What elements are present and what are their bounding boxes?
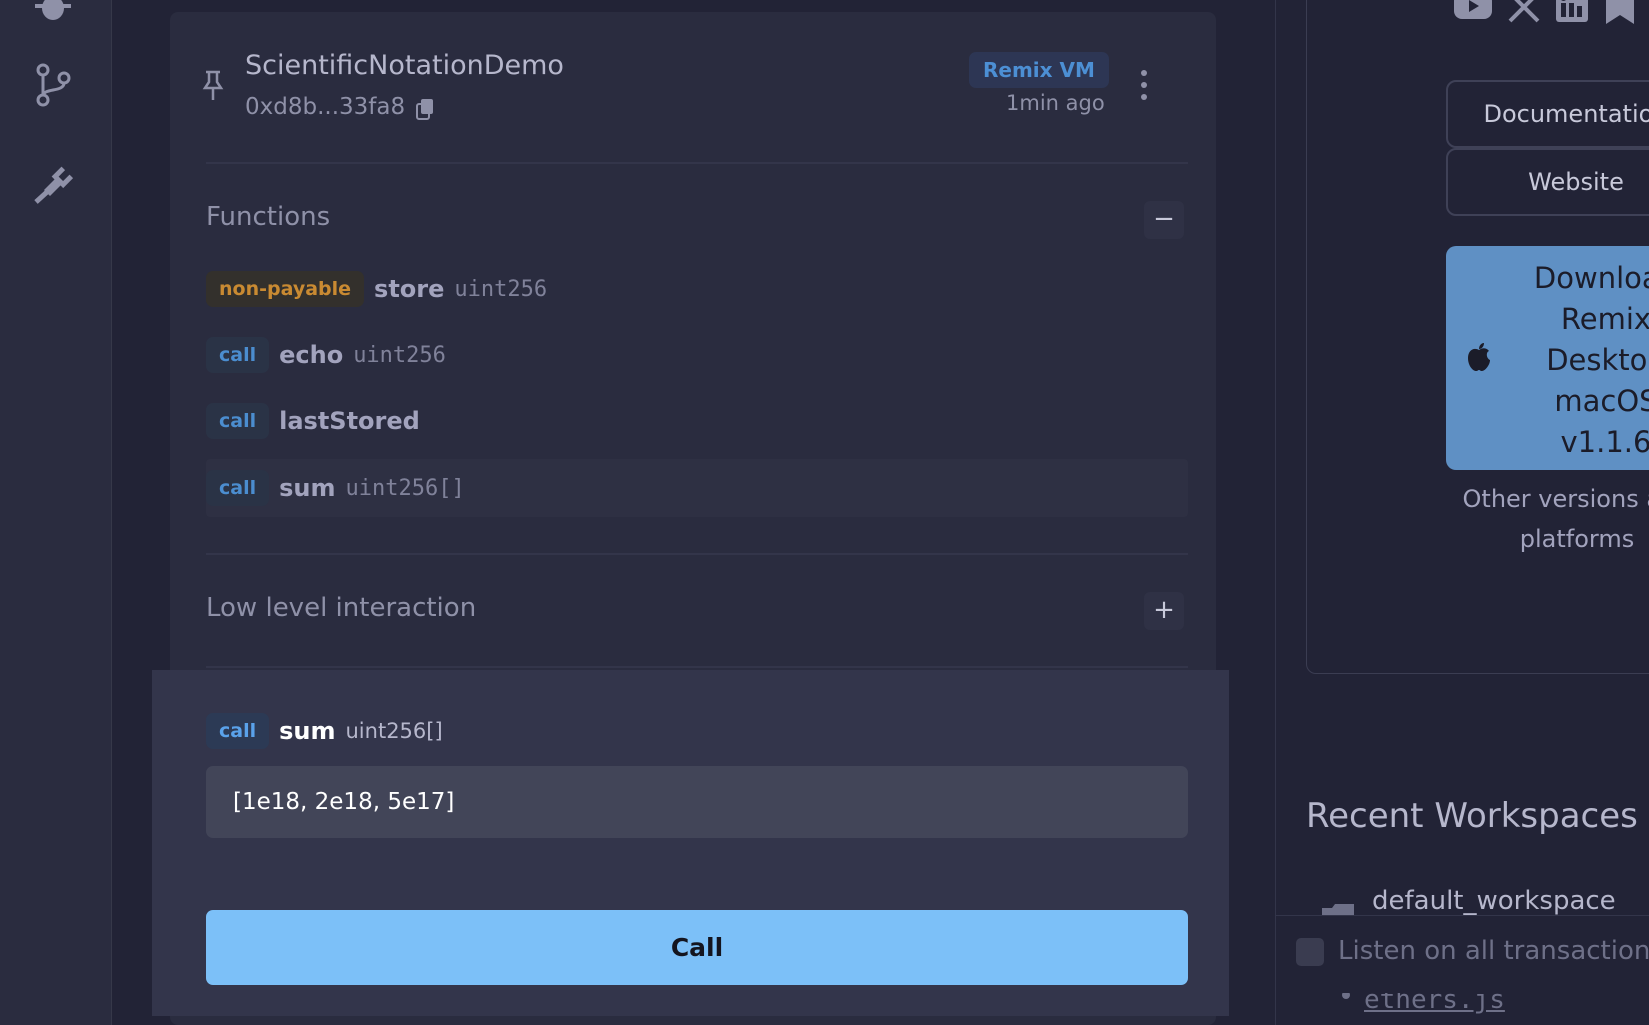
- apple-icon: [1468, 343, 1490, 371]
- listen-all-label: Listen on all transactions: [1338, 936, 1649, 966]
- divider: [206, 162, 1188, 164]
- environment-badge: Remix VM: [969, 52, 1109, 88]
- function-row-store[interactable]: non-payable store uint256: [206, 260, 1188, 318]
- documentation-button[interactable]: Documentation: [1446, 80, 1649, 148]
- function-kind-badge: non-payable: [206, 271, 365, 307]
- function-param-type: uint256[]: [345, 475, 465, 501]
- selected-function-header: call sum uint256[]: [206, 711, 443, 751]
- function-name: store: [374, 275, 445, 303]
- function-name: lastStored: [279, 407, 420, 435]
- function-param-type: uint256: [454, 276, 548, 302]
- function-name: sum: [279, 717, 336, 745]
- function-name: sum: [279, 474, 336, 502]
- low-level-expand-button[interactable]: +: [1144, 592, 1184, 630]
- low-level-section-title: Low level interaction: [206, 593, 477, 623]
- function-name: echo: [279, 341, 344, 369]
- download-desktop-button[interactable]: Download Remix Desktop macOS v1.1.6: [1446, 246, 1649, 470]
- contract-address: 0xd8b...33fa8: [245, 94, 406, 120]
- contract-name: ScientificNotationDemo: [245, 50, 564, 81]
- function-row-echo[interactable]: call echo uint256: [206, 326, 1188, 384]
- function-row-sum[interactable]: call sum uint256[]: [206, 459, 1188, 517]
- home-links-box: Documentation Website Download Remix Des…: [1306, 0, 1649, 674]
- function-kind-badge: call: [206, 470, 270, 506]
- bookmark-icon[interactable]: [1603, 0, 1637, 25]
- debugger-icon[interactable]: [30, 0, 76, 34]
- other-versions-link[interactable]: Other versions and platforms: [1427, 479, 1649, 559]
- call-button[interactable]: Call: [206, 910, 1188, 985]
- x-twitter-icon[interactable]: [1507, 0, 1541, 23]
- download-label: Download Remix Desktop macOS v1.1.6: [1533, 261, 1649, 459]
- copy-icon[interactable]: [416, 98, 434, 120]
- home-panel: Documentation Website Download Remix Des…: [1275, 0, 1649, 1025]
- function-param-type: uint256[]: [345, 719, 443, 743]
- website-button[interactable]: Website: [1446, 148, 1649, 216]
- git-branch-icon[interactable]: [30, 62, 76, 108]
- youtube-icon[interactable]: [1453, 0, 1493, 23]
- functions-collapse-button[interactable]: −: [1144, 201, 1184, 239]
- listen-all-checkbox[interactable]: [1296, 938, 1324, 966]
- divider: [206, 666, 1188, 668]
- function-kind-badge: call: [206, 713, 270, 749]
- deployed-time: 1min ago: [1006, 91, 1105, 115]
- listen-transactions-bar: Listen on all transactions: [1276, 915, 1649, 993]
- function-kind-badge: call: [206, 337, 270, 373]
- divider: [206, 553, 1188, 555]
- social-links: [1453, 0, 1637, 25]
- plugin-manager-icon[interactable]: [30, 160, 76, 206]
- pin-icon[interactable]: [202, 70, 224, 102]
- linkedin-icon[interactable]: [1555, 0, 1589, 23]
- more-options-icon[interactable]: [1140, 70, 1148, 100]
- deploy-run-panel: ScientificNotationDemo 0xd8b...33fa8 Rem…: [112, 0, 1275, 1025]
- icon-rail: [0, 0, 112, 1025]
- function-param-type: uint256: [353, 342, 446, 368]
- recent-workspace-item[interactable]: default_workspace: [1372, 886, 1616, 916]
- function-kind-badge: call: [206, 403, 270, 439]
- functions-section-title: Functions: [206, 202, 331, 232]
- function-argument-input[interactable]: [206, 766, 1188, 838]
- remix-ide-window: ScientificNotationDemo 0xd8b...33fa8 Rem…: [0, 0, 1649, 1025]
- function-row-laststored[interactable]: call lastStored: [206, 392, 1188, 450]
- recent-workspaces-title: Recent Workspaces: [1306, 796, 1638, 836]
